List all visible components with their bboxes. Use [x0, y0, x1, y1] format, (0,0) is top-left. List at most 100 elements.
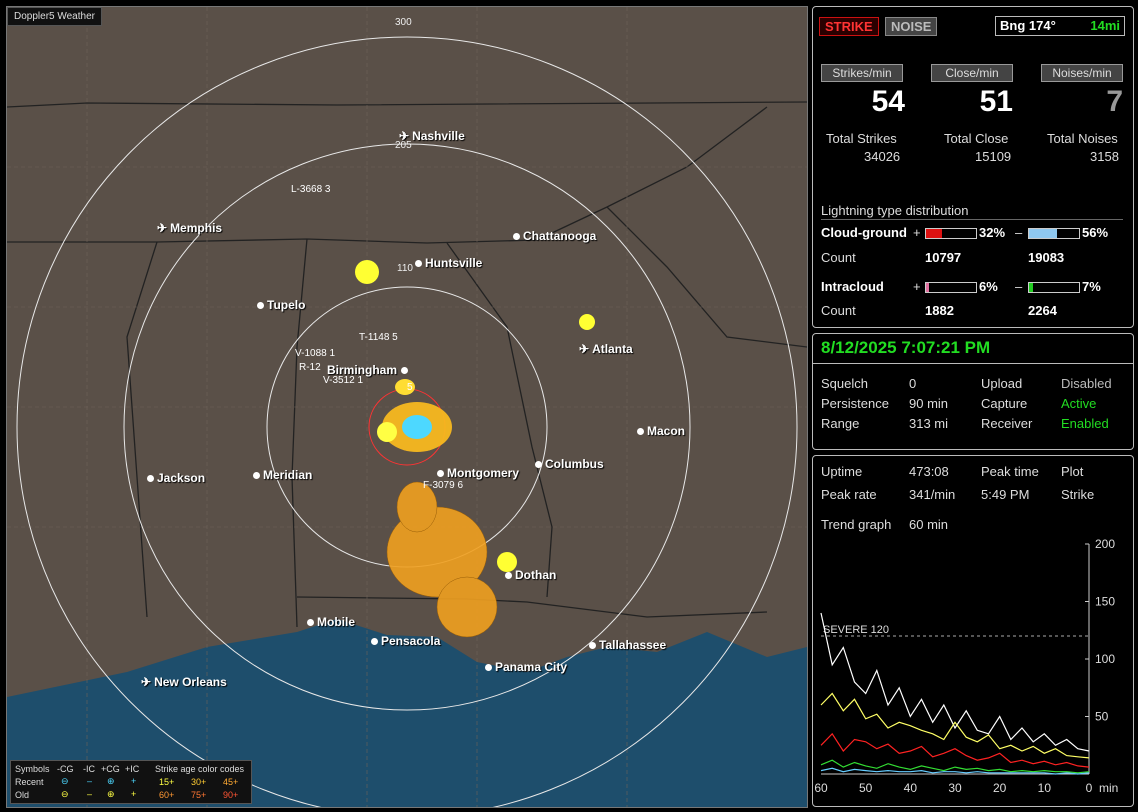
x-tick-label: 50 [859, 781, 873, 795]
trend-graph-label: Trend graph [821, 517, 892, 532]
x-tick-label: 60 [814, 781, 828, 795]
city-dot-icon [401, 367, 409, 375]
city-montgomery: Montgomery [437, 466, 519, 480]
pos-cg-old-icon: ⊕ [107, 789, 115, 799]
city-dot-icon [257, 302, 264, 310]
capture-label: Capture [981, 396, 1028, 411]
total-close-label: Total Close [944, 131, 1009, 146]
legend-header-neg-cg: -CG [57, 764, 74, 774]
total-close-value: 15109 [975, 149, 1012, 164]
city-nashville: ✈ Nashville [399, 129, 465, 143]
trend-panel: Uptime 473:08 Peak time Plot Peak rate 3… [812, 455, 1134, 807]
range-label-110: 110 [397, 263, 413, 274]
x-unit-label: min [1099, 781, 1118, 795]
city-jackson: Jackson [147, 471, 205, 485]
upload-value[interactable]: Disabled [1061, 376, 1112, 391]
legend-header-pos-ic: +IC [125, 764, 140, 774]
cg-minus-sign: – [1015, 225, 1023, 240]
total-noises-label: Total Noises [1047, 131, 1118, 146]
intracloud-label: Intracloud [821, 279, 884, 294]
ic-count-label: Count [821, 303, 856, 318]
city-columbus: Columbus [535, 457, 604, 471]
range-value: 313 mi [909, 416, 949, 431]
city-dot-icon [637, 428, 644, 436]
strike-label: R-12 [299, 362, 321, 373]
city-dot-icon [147, 475, 154, 483]
close-per-min-header[interactable]: Close/min [931, 64, 1013, 82]
city-dothan: Dothan [505, 568, 556, 582]
ic-minus-sign: – [1015, 279, 1023, 294]
city-dot-icon [485, 664, 492, 672]
distribution-title: Lightning type distribution [821, 203, 969, 218]
peak-rate-label: Peak rate [821, 487, 877, 502]
strike-label: F-3079 6 [423, 480, 464, 491]
x-tick-label: 30 [948, 781, 962, 795]
map-canvas [7, 7, 807, 807]
city-meridian: Meridian [253, 468, 312, 482]
ic-positive-bar [925, 282, 977, 293]
pos-cg-recent-icon: ⊕ [107, 776, 115, 786]
range-label: Range [821, 416, 860, 431]
strikes-per-min-header[interactable]: Strikes/min [821, 64, 903, 82]
noise-button[interactable]: NOISE [885, 17, 938, 36]
city-dot-icon [307, 619, 314, 627]
cg-positive-bar [925, 228, 977, 239]
cg-plus-sign: + [913, 225, 921, 240]
city-macon: Macon [637, 424, 685, 438]
x-tick-label: 20 [993, 781, 1007, 795]
y-tick-label: 50 [1095, 710, 1109, 724]
city-dot-icon [589, 642, 596, 650]
strike-button[interactable]: STRIKE [819, 17, 879, 36]
city-huntsville: Huntsville [415, 256, 482, 270]
airport-icon: ✈ [399, 129, 410, 143]
city-dot-icon [253, 472, 260, 480]
peak-time-value: 5:49 PM [981, 487, 1030, 502]
plot-value[interactable]: Strike [1061, 487, 1094, 502]
ic-negative-bar [1028, 282, 1080, 293]
datetime: 8/12/2025 7:07:21 PM [821, 338, 991, 357]
age-45: 45+ [223, 777, 239, 787]
legend-recent-label: Recent [15, 777, 44, 787]
city-atlanta: ✈ Atlanta [579, 342, 633, 356]
ic-positive-pct: 6% [979, 279, 998, 294]
close-per-min-value: 51 [979, 85, 1013, 118]
city-dot-icon [513, 233, 520, 241]
neg-cg-old-icon: ⊖ [61, 789, 69, 799]
city-chattanooga: Chattanooga [513, 229, 596, 243]
receiver-value[interactable]: Enabled [1061, 416, 1109, 431]
city-pensacola: Pensacola [371, 634, 440, 648]
capture-value[interactable]: Active [1061, 396, 1096, 411]
city-dot-icon [505, 572, 512, 580]
uptime-value: 473:08 [909, 464, 949, 479]
bearing-box: Bng 174° 14mi [995, 16, 1125, 36]
peak-rate-value: 341/min [909, 487, 956, 502]
trend-graph-value[interactable]: 60 min [909, 517, 948, 532]
city-panama-city: Panama City [485, 660, 567, 674]
city-dot-icon [535, 461, 542, 469]
strike-label: V-3512 1 [323, 375, 364, 386]
noises-per-min-value: 7 [1106, 85, 1123, 118]
neg-cg-recent-icon: ⊖ [61, 776, 69, 786]
radar-map[interactable]: Doppler5 Weather 300 205 110 ✈ Nashville … [6, 6, 808, 808]
datetime-divider [813, 363, 1133, 364]
total-strikes-label: Total Strikes [826, 131, 897, 146]
strike-label: T-1148 5 [359, 332, 398, 343]
city-dot-icon [371, 638, 378, 646]
app-title: Doppler5 Weather [7, 7, 102, 26]
ic-negative-count: 2264 [1028, 303, 1057, 318]
cg-positive-pct: 32% [979, 225, 1006, 240]
noises-per-min-header[interactable]: Noises/min [1041, 64, 1123, 82]
ic-negative-pct: 7% [1082, 279, 1101, 294]
y-tick-label: 200 [1095, 537, 1115, 551]
pos-ic-old-icon: + [131, 789, 137, 799]
map-legend: Symbols -CG -IC +CG +IC Strike age color… [10, 760, 252, 804]
age-90: 90+ [223, 790, 239, 800]
receiver-label: Receiver [981, 416, 1033, 431]
cg-count-label: Count [821, 250, 856, 265]
cg-negative-bar [1028, 228, 1080, 239]
cloud-ground-label: Cloud-ground [821, 225, 907, 240]
legend-header-pos-cg: +CG [101, 764, 120, 774]
ic-positive-count: 1882 [925, 303, 954, 318]
legend-symbols-label: Symbols [15, 764, 50, 774]
city-new-orleans: ✈ New Orleans [141, 675, 227, 689]
